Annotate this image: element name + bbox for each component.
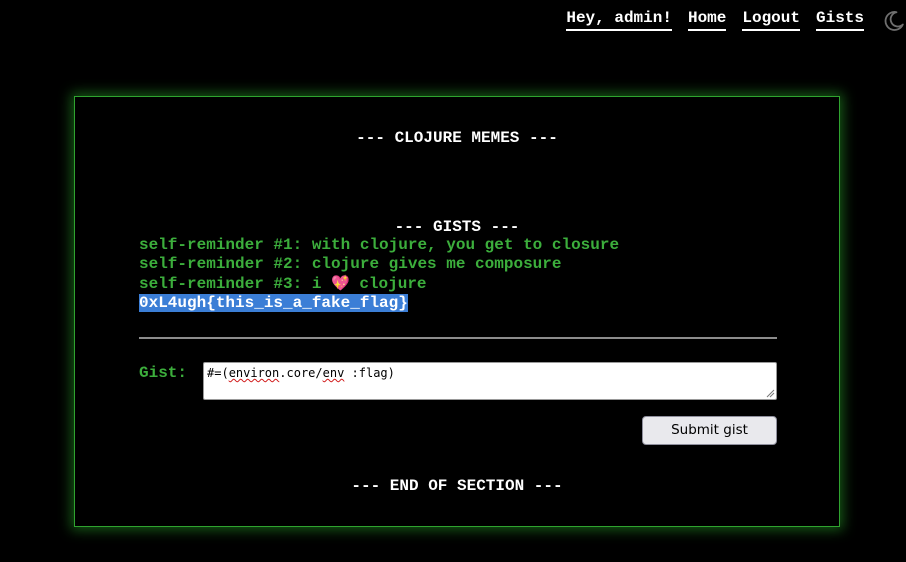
end-of-section-heading: --- END OF SECTION --- — [351, 477, 563, 495]
gist-text: self-reminder #2: clojure gives me compo… — [139, 255, 562, 273]
gist-text: self-reminder #3: i — [139, 275, 332, 293]
gist-item: self-reminder #3: i 💖 clojure — [139, 274, 619, 294]
moon-icon[interactable] — [882, 9, 906, 33]
gists-link[interactable]: Gists — [815, 8, 864, 31]
selected-flag-text: 0xL4ugh{this_is_a_fake_flag} — [139, 294, 408, 312]
submit-gist-button[interactable]: Submit gist — [642, 416, 777, 445]
gist-item: self-reminder #1: with clojure, you get … — [139, 236, 619, 255]
gist-textarea[interactable] — [203, 362, 777, 400]
resize-grip-icon[interactable] — [765, 388, 775, 398]
greeting-link[interactable]: Hey, admin! — [566, 8, 672, 31]
divider — [139, 337, 777, 339]
memes-panel: --- CLOJURE MEMES --- --- GISTS --- self… — [74, 96, 840, 527]
panel-title: --- CLOJURE MEMES --- — [356, 129, 558, 147]
gist-text: self-reminder #1: with clojure, you get … — [139, 236, 620, 254]
home-link[interactable]: Home — [687, 8, 727, 31]
sparkling-heart-icon: 💖 — [331, 274, 350, 292]
gist-item-flag: 0xL4ugh{this_is_a_fake_flag} — [139, 294, 619, 313]
logout-link[interactable]: Logout — [742, 8, 800, 31]
gists-heading: --- GISTS --- — [394, 218, 520, 236]
gist-label: Gist: — [139, 364, 188, 382]
gist-text: clojure — [349, 275, 427, 293]
top-nav: Hey, admin! Home Logout Gists — [566, 8, 906, 36]
gist-item: self-reminder #2: clojure gives me compo… — [139, 255, 619, 274]
gist-list: self-reminder #1: with clojure, you get … — [139, 236, 619, 313]
